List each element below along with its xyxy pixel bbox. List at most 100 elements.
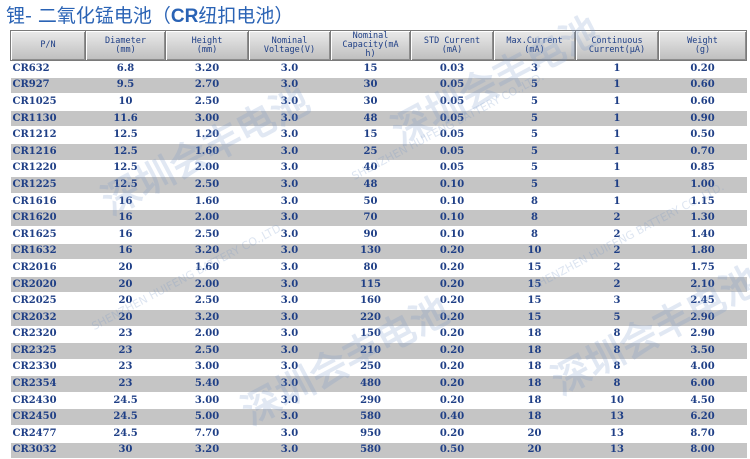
part-number-cell: CR2430 bbox=[10, 392, 86, 410]
table-cell: 0.20 bbox=[410, 425, 494, 443]
table-cell: 2.45 bbox=[658, 292, 747, 310]
table-row: CR1025 10 2.50 3.0 30 0.05 5 1 0.60 bbox=[10, 93, 747, 111]
table-cell: 1.00 bbox=[658, 176, 747, 194]
table-cell: 18 bbox=[493, 408, 576, 427]
table-cell: 1 bbox=[575, 176, 659, 194]
table-cell: 0.20 bbox=[410, 276, 494, 294]
table-cell: 0.20 bbox=[410, 342, 494, 360]
table-cell: 6.00 bbox=[658, 375, 747, 393]
table-cell: 16 bbox=[85, 226, 166, 244]
table-cell: 18 bbox=[493, 326, 576, 344]
table-cell: 0.50 bbox=[410, 442, 494, 459]
table-row: CR1130 11.6 3.00 3.0 48 0.05 5 1 0.90 bbox=[10, 110, 747, 128]
part-number-cell: CR1212 bbox=[10, 126, 86, 144]
table-cell: 20 bbox=[493, 425, 576, 443]
table-cell: 3.20 bbox=[165, 442, 249, 459]
part-number-cell: CR927 bbox=[10, 77, 86, 95]
table-cell: 580 bbox=[330, 408, 411, 427]
table-cell: 50 bbox=[330, 193, 411, 211]
table-cell: 3.20 bbox=[165, 60, 249, 78]
table-cell: 1 bbox=[575, 193, 659, 211]
table-cell: 1.15 bbox=[658, 193, 747, 211]
table-cell: 10 bbox=[493, 243, 576, 261]
table-cell: 2 bbox=[575, 276, 659, 294]
table-cell: 3 bbox=[493, 60, 576, 78]
table-cell: 5 bbox=[493, 176, 576, 194]
table-cell: 3.0 bbox=[248, 126, 331, 144]
table-cell: 5 bbox=[493, 143, 576, 161]
table-row: CR2020 20 2.00 3.0 115 0.20 15 2 2.10 bbox=[10, 276, 747, 294]
column-header-line: (mm) bbox=[196, 44, 218, 55]
column-header-line: P/N bbox=[40, 40, 56, 50]
table-cell: 290 bbox=[330, 392, 411, 410]
table-cell: 13 bbox=[575, 408, 659, 427]
table-cell: 3.0 bbox=[248, 193, 331, 211]
table-cell: 210 bbox=[330, 342, 411, 360]
part-number-cell: CR2325 bbox=[10, 342, 86, 360]
column-header: P/N bbox=[10, 30, 86, 61]
table-cell: 2.00 bbox=[165, 209, 249, 227]
table-cell: 1 bbox=[575, 110, 659, 128]
table-cell: 18 bbox=[493, 342, 576, 360]
table-cell: 30 bbox=[330, 77, 411, 95]
table-cell: 23 bbox=[85, 342, 166, 360]
column-header-line: (g) bbox=[694, 44, 711, 55]
table-cell: 160 bbox=[330, 292, 411, 310]
table-cell: 1.80 bbox=[658, 243, 747, 261]
table-cell: 3.0 bbox=[248, 292, 331, 310]
table-cell: 5 bbox=[575, 309, 659, 327]
table-cell: 24.5 bbox=[85, 425, 166, 443]
table-header-row: P/N Diameter (mm) Height (mm) Nominal Voltage(… bbox=[10, 30, 747, 61]
part-number-cell: CR1025 bbox=[10, 93, 86, 111]
table-cell: 2.70 bbox=[165, 77, 249, 95]
column-header-line: (mA) bbox=[441, 44, 463, 55]
part-number-cell: CR2016 bbox=[10, 259, 86, 277]
table-cell: 1.60 bbox=[165, 193, 249, 211]
table-cell: 2.50 bbox=[165, 292, 249, 310]
table-cell: 3.0 bbox=[248, 375, 331, 393]
table-cell: 2.50 bbox=[165, 342, 249, 360]
column-header: Continuous Current(μA) bbox=[575, 30, 659, 61]
table-cell: 15 bbox=[493, 276, 576, 294]
table-cell: 48 bbox=[330, 110, 411, 128]
table-cell: 12.5 bbox=[85, 176, 166, 194]
part-number-cell: CR1225 bbox=[10, 176, 86, 194]
table-row: CR2450 24.5 5.00 3.0 580 0.40 18 13 6.20 bbox=[10, 408, 747, 427]
table-cell: 0.60 bbox=[658, 77, 747, 95]
part-number-cell: CR2025 bbox=[10, 292, 86, 310]
table-cell: 0.03 bbox=[410, 60, 494, 78]
table-row: CR2016 20 1.60 3.0 80 0.20 15 2 1.75 bbox=[10, 259, 747, 277]
table-cell: 30 bbox=[85, 442, 166, 459]
table-cell: 11.6 bbox=[85, 110, 166, 128]
column-header-line: Voltage(V) bbox=[263, 44, 316, 55]
table-cell: 8 bbox=[575, 326, 659, 344]
table-row: CR2032 20 3.20 3.0 220 0.20 15 5 2.90 bbox=[10, 309, 747, 327]
table-cell: 90 bbox=[330, 226, 411, 244]
table-row: CR1212 12.5 1.20 3.0 15 0.05 5 1 0.50 bbox=[10, 126, 747, 144]
part-number-cell: CR3032 bbox=[10, 442, 86, 459]
table-cell: 3.0 bbox=[248, 110, 331, 128]
table-row: CR927 9.5 2.70 3.0 30 0.05 5 1 0.60 bbox=[10, 77, 747, 95]
table-cell: 1.75 bbox=[658, 259, 747, 277]
table-cell: 12.5 bbox=[85, 143, 166, 161]
table-cell: 950 bbox=[330, 425, 411, 443]
table-cell: 1 bbox=[575, 126, 659, 144]
table-cell: 4.00 bbox=[658, 359, 747, 377]
part-number-cell: CR2020 bbox=[10, 276, 86, 294]
column-header-line: h) bbox=[365, 49, 376, 59]
table-cell: 0.70 bbox=[658, 143, 747, 161]
table-cell: 3.0 bbox=[248, 326, 331, 344]
table-row: CR2325 23 2.50 3.0 210 0.20 18 8 3.50 bbox=[10, 342, 747, 360]
table-cell: 1 bbox=[575, 93, 659, 111]
column-header: STD Current (mA) bbox=[410, 30, 494, 61]
table-row: CR2430 24.5 3.00 3.0 290 0.20 18 10 4.50 bbox=[10, 392, 747, 410]
table-cell: 2 bbox=[575, 226, 659, 244]
table-cell: 15 bbox=[493, 259, 576, 277]
table-cell: 580 bbox=[330, 442, 411, 459]
column-header-line: (mA) bbox=[524, 44, 545, 55]
table-cell: 5 bbox=[493, 126, 576, 144]
table-cell: 480 bbox=[330, 375, 411, 393]
table-cell: 48 bbox=[330, 176, 411, 194]
table-cell: 0.05 bbox=[410, 126, 494, 144]
table-cell: 70 bbox=[330, 209, 411, 227]
